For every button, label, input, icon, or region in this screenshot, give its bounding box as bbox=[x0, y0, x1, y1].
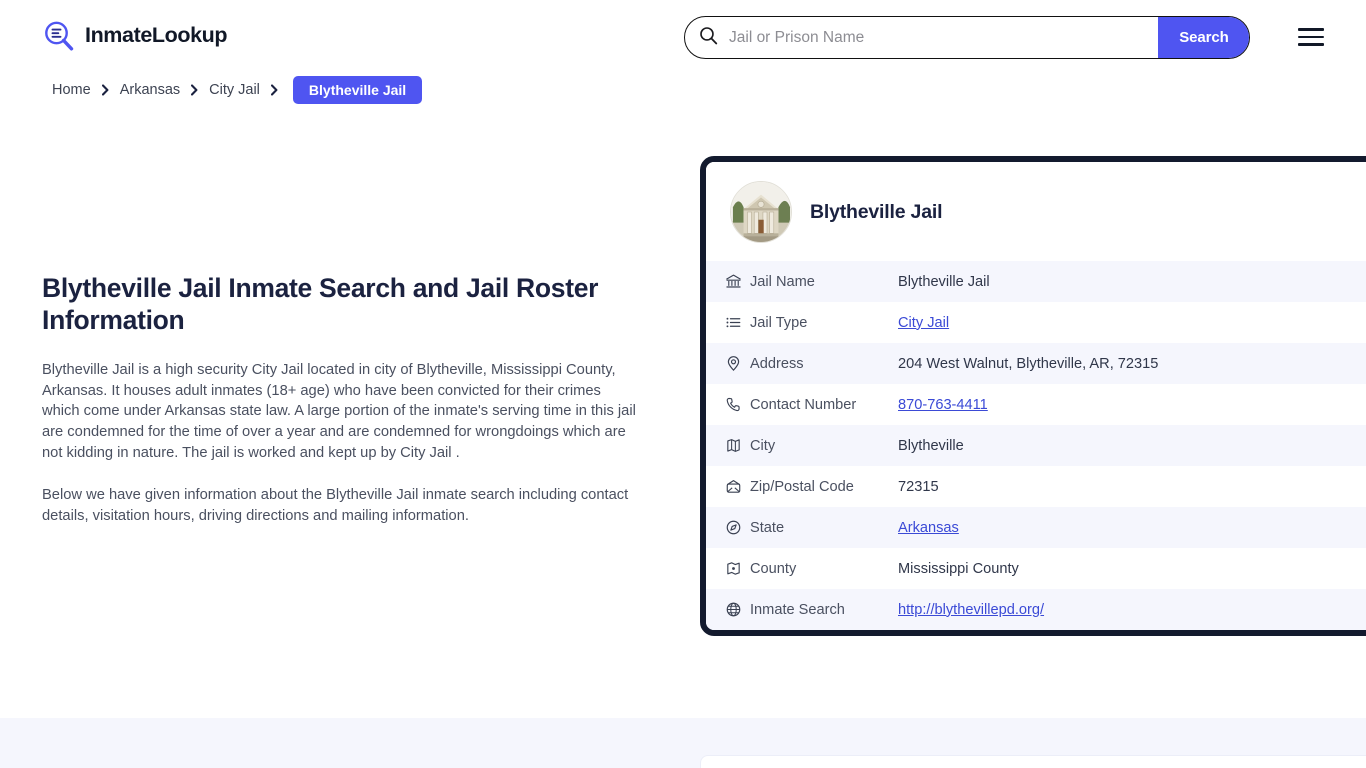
table-row: State Arkansas bbox=[706, 507, 1366, 548]
list-icon bbox=[706, 302, 750, 343]
table-row: Inmate Search http://blythevillepd.org/ bbox=[706, 589, 1366, 630]
chevron-right-icon bbox=[271, 84, 278, 96]
row-label: City bbox=[750, 425, 898, 466]
site-header: InmateLookup Search bbox=[0, 0, 1366, 74]
breadcrumb-item-arkansas[interactable]: Arkansas bbox=[118, 82, 182, 98]
row-label: Jail Name bbox=[750, 261, 898, 302]
table-row: County Mississippi County bbox=[706, 548, 1366, 589]
row-label: Zip/Postal Code bbox=[750, 466, 898, 507]
row-value: http://blythevillepd.org/ bbox=[898, 589, 1366, 630]
compass-icon bbox=[706, 507, 750, 548]
hamburger-menu-icon[interactable] bbox=[1298, 26, 1326, 48]
brand-name: InmateLookup bbox=[85, 25, 227, 47]
map-fold-icon bbox=[706, 548, 750, 589]
search-icon bbox=[685, 26, 718, 50]
page-title: Blytheville Jail Inmate Search and Jail … bbox=[42, 272, 602, 337]
courthouse-building-photo bbox=[730, 181, 792, 243]
table-row: Jail Name Blytheville Jail bbox=[706, 261, 1366, 302]
jail-info-card-title: Blytheville Jail bbox=[810, 201, 942, 224]
row-value: Blytheville bbox=[898, 425, 1366, 466]
globe-icon bbox=[706, 589, 750, 630]
row-value: 72315 bbox=[898, 466, 1366, 507]
row-label: Contact Number bbox=[750, 384, 898, 425]
breadcrumb-item-current[interactable]: Blytheville Jail bbox=[293, 76, 422, 104]
row-label: Inmate Search bbox=[750, 589, 898, 630]
search-button[interactable]: Search bbox=[1158, 16, 1250, 59]
intro-paragraph: Blytheville Jail is a high security City… bbox=[42, 360, 638, 464]
article-content: Blytheville Jail Inmate Search and Jail … bbox=[42, 272, 642, 548]
row-value-link[interactable]: City Jail bbox=[898, 315, 949, 331]
brand-logo-link[interactable]: InmateLookup bbox=[42, 19, 227, 53]
table-row: Zip/Postal Code 72315 bbox=[706, 466, 1366, 507]
row-value: City Jail bbox=[898, 302, 1366, 343]
hamburger-line bbox=[1298, 28, 1324, 31]
search-input[interactable] bbox=[718, 17, 1158, 58]
table-row: Contact Number 870-763-4411 bbox=[706, 384, 1366, 425]
row-value: Arkansas bbox=[898, 507, 1366, 548]
breadcrumb-item-home[interactable]: Home bbox=[50, 82, 93, 98]
row-value: Mississippi County bbox=[898, 548, 1366, 589]
table-row: Jail Type City Jail bbox=[706, 302, 1366, 343]
hamburger-line bbox=[1298, 36, 1324, 39]
row-value-link[interactable]: 870-763-4411 bbox=[898, 397, 988, 413]
breadcrumb-item-city-jail[interactable]: City Jail bbox=[207, 82, 262, 98]
row-value: Blytheville Jail bbox=[898, 261, 1366, 302]
table-row: City Blytheville bbox=[706, 425, 1366, 466]
table-row: Address 204 West Walnut, Blytheville, AR… bbox=[706, 343, 1366, 384]
bank-building-icon bbox=[706, 261, 750, 302]
row-value-link[interactable]: http://blythevillepd.org/ bbox=[898, 602, 1044, 618]
chevron-right-icon bbox=[102, 84, 109, 96]
envelope-icon bbox=[706, 466, 750, 507]
next-section-card bbox=[700, 755, 1366, 768]
breadcrumb: Home Arkansas City Jail Blytheville Jail bbox=[50, 76, 422, 104]
jail-info-card-header: Blytheville Jail bbox=[706, 162, 1366, 261]
map-icon bbox=[706, 425, 750, 466]
row-label: County bbox=[750, 548, 898, 589]
chevron-right-icon bbox=[191, 84, 198, 96]
row-label: Jail Type bbox=[750, 302, 898, 343]
row-label: Address bbox=[750, 343, 898, 384]
search-bar[interactable]: Search bbox=[684, 16, 1250, 59]
phone-icon bbox=[706, 384, 750, 425]
jail-info-table: Jail Name Blytheville Jail bbox=[706, 261, 1366, 630]
page-root: InmateLookup Search Home Arkansas bbox=[0, 0, 1366, 768]
hamburger-line bbox=[1298, 43, 1324, 46]
row-value: 870-763-4411 bbox=[898, 384, 1366, 425]
jail-info-card: Blytheville Jail bbox=[700, 156, 1366, 636]
row-label: State bbox=[750, 507, 898, 548]
secondary-paragraph: Below we have given information about th… bbox=[42, 485, 638, 527]
map-pin-icon bbox=[706, 343, 750, 384]
search-list-logo-icon bbox=[42, 19, 76, 53]
row-value-link[interactable]: Arkansas bbox=[898, 520, 959, 536]
row-value: 204 West Walnut, Blytheville, AR, 72315 bbox=[898, 343, 1366, 384]
bottom-section-band bbox=[0, 718, 1366, 768]
